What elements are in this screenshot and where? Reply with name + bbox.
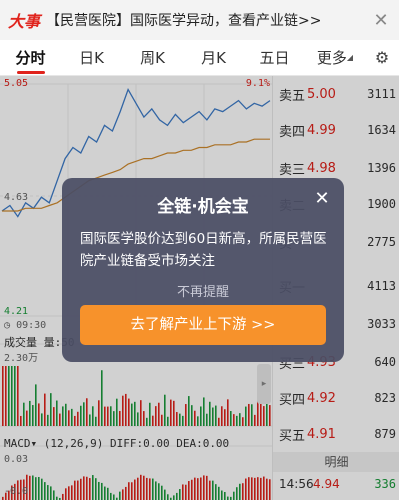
tab-intraday[interactable]: 分时 xyxy=(0,40,61,76)
popup-title: 全链·机会宝 xyxy=(157,197,249,217)
gear-icon[interactable]: ⚙ xyxy=(365,40,399,76)
close-icon[interactable]: ✕ xyxy=(371,10,391,31)
news-banner[interactable]: 大事 【民营医院】国际医学异动，查看产业链>> ✕ xyxy=(0,0,399,40)
popup-message: 国际医学股价达到60日新高，所属民营医院产业链备受市场关注 xyxy=(80,231,327,269)
opportunity-popup: 全链·机会宝 ✕ 国际医学股价达到60日新高，所属民营医院产业链备受市场关注 不… xyxy=(62,178,344,362)
tab-weekly-k[interactable]: 周K xyxy=(122,40,183,76)
news-headline[interactable]: 【民营医院】国际医学异动，查看产业链>> xyxy=(46,10,371,30)
tab-monthly-k[interactable]: 月K xyxy=(183,40,244,76)
tab-more-label: 更多 xyxy=(316,48,347,67)
tab-more[interactable]: 更多◢ xyxy=(305,40,365,76)
close-icon[interactable]: ✕ xyxy=(312,188,332,209)
news-tag: 大事 xyxy=(8,12,41,31)
tab-daily-k[interactable]: 日K xyxy=(61,40,122,76)
caret-down-icon: ◢ xyxy=(346,52,354,62)
dont-remind-link[interactable]: 不再提醒 xyxy=(62,281,344,300)
explore-chain-button[interactable]: 去了解产业上下游 >> xyxy=(80,305,326,345)
chart-period-tabs: 分时 日K 周K 月K 五日 更多◢ ⚙ xyxy=(0,40,399,76)
tab-five-day[interactable]: 五日 xyxy=(244,40,305,76)
